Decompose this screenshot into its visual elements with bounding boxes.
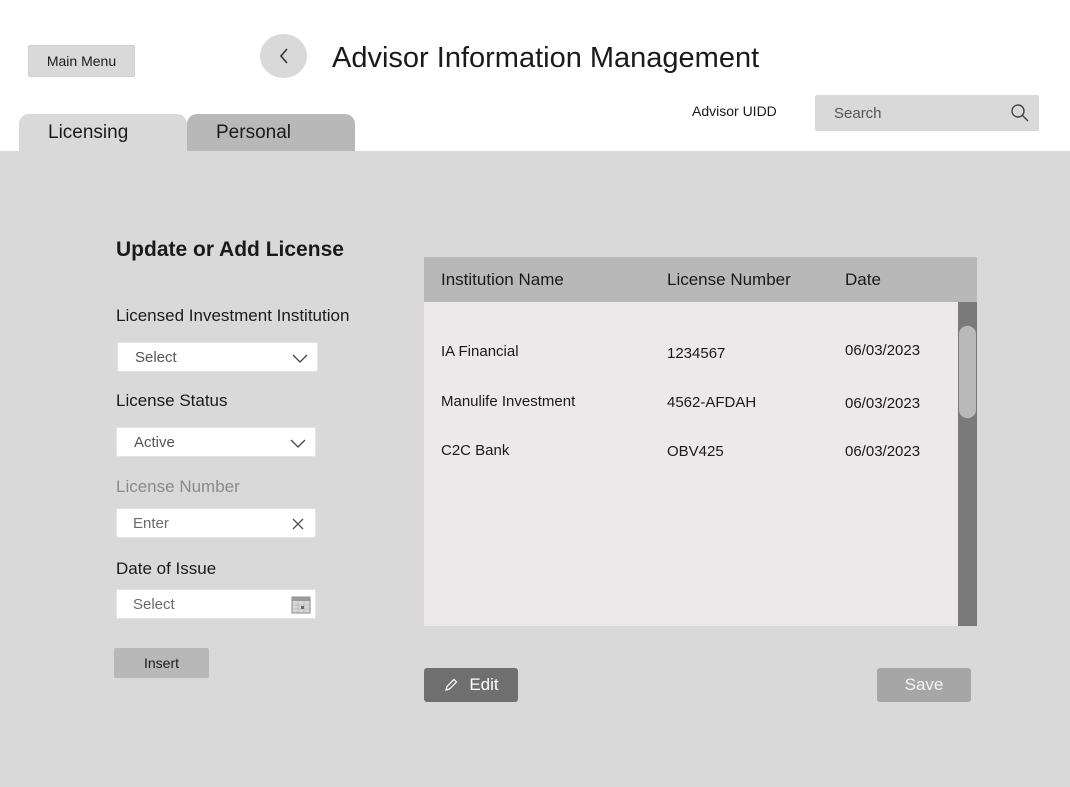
insert-button[interactable]: Insert — [114, 648, 209, 678]
license-number-label: License Number — [116, 477, 240, 496]
license-number-field — [116, 508, 316, 538]
close-icon[interactable] — [290, 516, 306, 532]
pencil-icon — [445, 678, 458, 691]
cell-date: 06/03/2023 — [845, 342, 921, 359]
cell-date: 06/03/2023 — [845, 443, 921, 460]
license-table: Institution Name License Number Date IA … — [424, 257, 977, 626]
tab-licensing[interactable]: Licensing — [19, 114, 187, 152]
cell-institution: Manulife Investment — [441, 393, 576, 410]
cell-license-number: 1234567 — [667, 345, 726, 362]
form-title: Update or Add License — [116, 238, 344, 261]
institution-select-value: Select — [135, 349, 177, 366]
institution-select[interactable]: Select — [117, 342, 318, 372]
chevron-left-icon — [279, 48, 288, 64]
cell-date: 06/03/2023 — [845, 395, 921, 412]
chevron-down-icon — [290, 439, 306, 448]
table-row[interactable]: Manulife Investment 4562-AFDAH 06/03/202… — [424, 387, 958, 427]
page-title: Advisor Information Management — [332, 42, 760, 74]
table-row[interactable]: C2C Bank OBV425 06/03/2023 — [424, 436, 958, 476]
date-of-issue-field — [116, 589, 316, 619]
cell-institution: C2C Bank — [441, 442, 510, 459]
search-box — [815, 95, 1039, 131]
table-row[interactable]: IA Financial 1234567 06/03/2023 — [424, 337, 958, 377]
date-of-issue-label: Date of Issue — [116, 559, 217, 578]
search-input[interactable] — [815, 95, 1005, 131]
calendar-icon[interactable] — [291, 595, 311, 615]
institution-label: Licensed Investment Institution — [116, 306, 350, 325]
cell-license-number: OBV425 — [667, 443, 724, 460]
advisor-uidd-label: Advisor UIDD — [692, 103, 777, 119]
edit-button[interactable]: Edit — [424, 668, 518, 702]
column-header-institution: Institution Name — [441, 270, 564, 289]
search-icon[interactable] — [1010, 103, 1030, 123]
table-header: Institution Name License Number Date — [424, 257, 977, 302]
license-status-select[interactable]: Active — [116, 427, 316, 457]
license-status-label: License Status — [116, 391, 228, 410]
license-number-input[interactable] — [117, 509, 277, 537]
scrollbar-thumb[interactable] — [959, 326, 976, 418]
column-header-date: Date — [845, 270, 881, 289]
table-scrollbar[interactable] — [958, 302, 977, 626]
chevron-down-icon — [292, 354, 308, 363]
column-header-license-number: License Number — [667, 270, 791, 289]
back-button[interactable] — [260, 34, 307, 78]
license-status-select-value: Active — [134, 434, 175, 451]
main-menu-button[interactable]: Main Menu — [28, 45, 135, 77]
tab-personal[interactable]: Personal — [187, 114, 355, 152]
cell-license-number: 4562-AFDAH — [667, 394, 757, 411]
cell-institution: IA Financial — [441, 343, 519, 360]
edit-button-label: Edit — [469, 675, 499, 694]
date-of-issue-input[interactable] — [117, 590, 277, 618]
save-button[interactable]: Save — [877, 668, 971, 702]
